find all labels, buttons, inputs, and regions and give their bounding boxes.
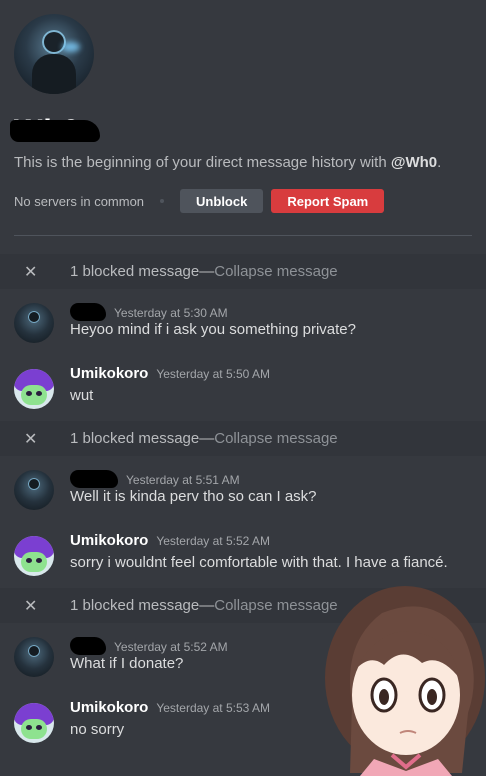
dm-header: Wh0 This is the beginning of your direct…	[0, 0, 486, 236]
separator-dot	[160, 199, 165, 203]
message-text: Well it is kinda perv tho so can I ask?	[70, 488, 317, 505]
timestamp: Yesterday at 5:52 AM	[114, 640, 228, 654]
avatar[interactable]	[14, 303, 54, 343]
close-icon[interactable]: ✕	[24, 596, 44, 616]
message-text: sorry i wouldnt feel comfortable with th…	[70, 554, 448, 571]
username-heading: Wh0	[10, 114, 472, 148]
blocked-message-bar: ✕ 1 blocked message — Collapse message	[0, 254, 486, 289]
avatar[interactable]	[14, 470, 54, 510]
header-divider	[14, 235, 472, 236]
message-item: Umikokoro Yesterday at 5:52 AM sorry i wo…	[0, 522, 486, 588]
avatar[interactable]	[14, 637, 54, 677]
timestamp: Yesterday at 5:50 AM	[156, 367, 270, 381]
dm-intro: This is the beginning of your direct mes…	[14, 154, 472, 171]
close-icon[interactable]: ✕	[24, 262, 44, 282]
collapse-link[interactable]: Collapse message	[214, 263, 337, 280]
author-redacted	[70, 303, 106, 321]
avatar[interactable]	[14, 536, 54, 576]
blocked-label: 1 blocked message	[70, 263, 200, 280]
collapse-link[interactable]: Collapse message	[214, 597, 337, 614]
redaction-scribble	[10, 120, 100, 142]
message-text: wut	[70, 387, 94, 404]
report-spam-button[interactable]: Report Spam	[271, 189, 385, 213]
blocked-label: 1 blocked message	[70, 430, 200, 447]
no-servers-label: No servers in common	[14, 193, 145, 209]
intro-prefix: This is the beginning of your direct mes…	[14, 154, 391, 171]
timestamp: Yesterday at 5:52 AM	[156, 534, 270, 548]
author-name[interactable]: Umikokoro	[70, 365, 148, 382]
intro-handle: @Wh0	[390, 154, 438, 171]
avatar[interactable]	[14, 369, 54, 409]
avatar[interactable]	[14, 703, 54, 743]
collapse-link[interactable]: Collapse message	[214, 430, 337, 447]
author-redacted	[70, 470, 118, 488]
message-item: Umikokoro Yesterday at 5:50 AM wut	[0, 355, 486, 421]
unblock-button[interactable]: Unblock	[180, 189, 264, 213]
blocked-label: 1 blocked message	[70, 597, 200, 614]
intro-suffix: .	[437, 154, 442, 171]
user-avatar	[14, 14, 94, 94]
timestamp: Yesterday at 5:51 AM	[126, 473, 240, 487]
author-name[interactable]: Umikokoro	[70, 699, 148, 716]
author-redacted	[70, 637, 106, 655]
close-icon[interactable]: ✕	[24, 429, 44, 449]
message-item: Yesterday at 5:51 AM Well it is kinda pe…	[0, 456, 486, 522]
author-name[interactable]: Umikokoro	[70, 532, 148, 549]
timestamp: Yesterday at 5:53 AM	[156, 701, 270, 715]
timestamp: Yesterday at 5:30 AM	[114, 306, 228, 320]
message-item: Yesterday at 5:30 AM Heyoo mind if i ask…	[0, 289, 486, 355]
blocked-message-bar: ✕ 1 blocked message — Collapse message	[0, 421, 486, 456]
anime-girl-sticker	[325, 586, 485, 776]
profile-actions: No servers in common Unblock Report Spam	[14, 189, 472, 213]
message-text: Heyoo mind if i ask you something privat…	[70, 321, 356, 338]
